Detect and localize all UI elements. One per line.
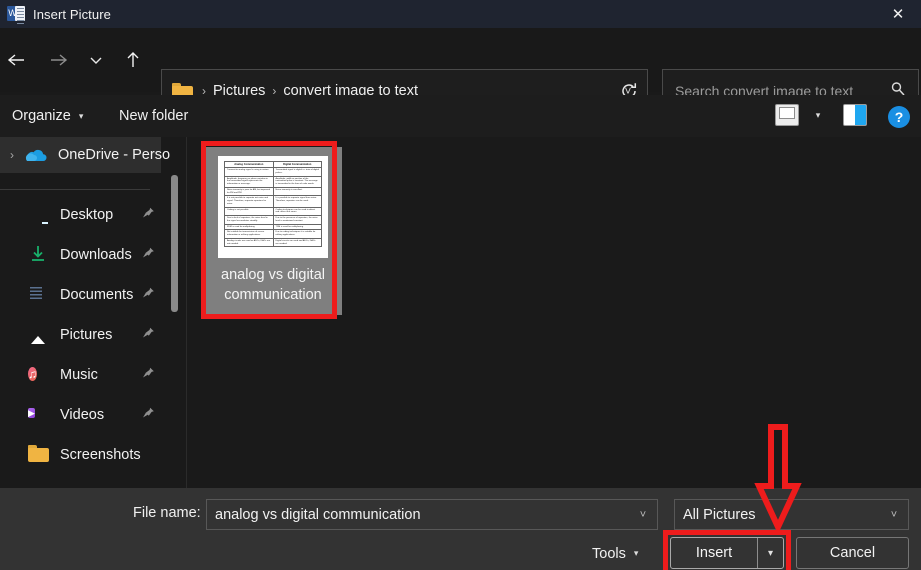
- thumb-cell: Coding techniques can be used to detect …: [272, 206, 322, 216]
- help-button[interactable]: ?: [888, 106, 910, 128]
- thumb-cell: Coding is not possible.: [224, 206, 274, 216]
- file-name-line2: communication: [224, 287, 322, 303]
- sidebar-item-label: Music: [60, 367, 98, 383]
- title-bar: W Insert Picture ✕: [0, 0, 921, 28]
- music-icon: ♫: [28, 367, 37, 381]
- file-type-filter-dropdown[interactable]: All Pictures ˅: [674, 499, 909, 530]
- file-name-input[interactable]: analog vs digital communication ˅: [206, 499, 658, 530]
- sidebar-item-label: Screenshots: [60, 447, 141, 463]
- new-folder-button[interactable]: New folder: [119, 95, 188, 137]
- close-icon[interactable]: ✕: [875, 0, 921, 28]
- insert-button[interactable]: Insert: [671, 538, 757, 568]
- chevron-down-icon: ▾: [633, 548, 639, 558]
- thumb-cell: Transmit to analog signal is using in na…: [224, 167, 274, 177]
- sidebar-item-pictures[interactable]: Pictures: [0, 315, 181, 355]
- file-tile-selected[interactable]: Analog Communication Digital Communicati…: [204, 147, 342, 315]
- expand-chevron-icon[interactable]: ›: [0, 148, 24, 162]
- back-icon[interactable]: [2, 46, 30, 74]
- cancel-button[interactable]: Cancel: [796, 537, 909, 569]
- documents-icon: [28, 284, 50, 306]
- recent-locations-chevron-icon[interactable]: [82, 46, 110, 74]
- thumb-cell: It is possible to separate signal from n…: [272, 195, 322, 208]
- sidebar-item-videos[interactable]: ▶ Videos: [0, 395, 181, 435]
- organize-label: Organize: [12, 108, 71, 124]
- onedrive-cloud-icon: [24, 147, 48, 163]
- pictures-icon: [28, 324, 50, 346]
- file-type-filter-value: All Pictures: [683, 506, 756, 523]
- view-options-icon[interactable]: [775, 104, 799, 126]
- file-thumbnail: Analog Communication Digital Communicati…: [218, 156, 328, 258]
- thumb-cell: Amplitude, width or position of the tran…: [272, 175, 322, 188]
- sidebar-item-label: Downloads: [60, 247, 132, 263]
- navigation-pane: › OneDrive - Perso Desktop Downloads Doc…: [0, 137, 181, 488]
- preview-pane-icon[interactable]: [843, 104, 867, 126]
- command-toolbar: Organize ▾ New folder ▾: [0, 95, 921, 137]
- file-name-value[interactable]: analog vs digital communication: [215, 507, 633, 523]
- forward-icon[interactable]: [45, 46, 73, 74]
- sidebar-divider: [0, 189, 150, 190]
- file-list[interactable]: Analog Communication Digital Communicati…: [187, 137, 921, 488]
- organize-button[interactable]: Organize ▾: [12, 95, 83, 137]
- pin-icon[interactable]: [142, 367, 155, 384]
- sidebar-item-onedrive[interactable]: › OneDrive - Perso: [0, 137, 170, 173]
- up-icon[interactable]: [119, 46, 147, 74]
- sidebar-item-label: Pictures: [60, 327, 113, 343]
- pin-icon[interactable]: [142, 207, 155, 224]
- thumb-cell: Noise immunity is poor for AM, but impro…: [224, 186, 274, 197]
- sidebar-item-label: Desktop: [60, 207, 114, 223]
- file-name-label: analog vs digital communication: [211, 265, 335, 305]
- folder-icon: [28, 444, 50, 466]
- sidebar-item-label: Documents: [60, 287, 134, 303]
- thumb-cell: It is not possible to separate out noise…: [224, 195, 274, 208]
- insert-picture-dialog: W Insert Picture ✕ › Pictures › convert …: [0, 0, 921, 570]
- thumb-cell: Due to coding techniques it is suitable …: [272, 229, 322, 239]
- insert-dropdown-chevron-icon[interactable]: ▾: [757, 538, 783, 568]
- thumb-cell: Due to the presence of repeaters, the no…: [272, 215, 322, 225]
- file-name-line1: analog vs digital: [221, 267, 325, 283]
- thumbnail-table: Analog Communication Digital Communicati…: [224, 161, 322, 248]
- sidebar-item-downloads[interactable]: Downloads: [0, 235, 181, 275]
- insert-split-button[interactable]: Insert ▾: [670, 537, 784, 569]
- file-name-field-label: File name:: [133, 505, 201, 521]
- download-icon: [28, 244, 50, 266]
- sidebar-item-music[interactable]: ♫ Music: [0, 355, 181, 395]
- thumb-cell: Transmitted signal is digital i.e. train…: [272, 167, 322, 177]
- sidebar-item-label: Videos: [60, 407, 105, 423]
- word-document-icon: W: [7, 5, 25, 24]
- desktop-icon: [28, 204, 50, 226]
- pin-icon[interactable]: [142, 287, 155, 304]
- chevron-down-icon: ▾: [78, 110, 84, 121]
- tools-button[interactable]: Tools ▾: [592, 540, 638, 567]
- chevron-down-icon[interactable]: ˅: [633, 509, 653, 521]
- navigation-bar: › Pictures › convert image to text ˅ Sea…: [0, 28, 921, 113]
- thumb-cell: Not suitable for transmission of secure …: [224, 229, 274, 239]
- pin-icon[interactable]: [142, 407, 155, 424]
- sidebar-item-desktop[interactable]: Desktop: [0, 195, 181, 235]
- thumb-cell: Due to lack of repeaters, the noise leve…: [224, 215, 274, 225]
- pin-icon[interactable]: [142, 247, 155, 264]
- view-options-chevron-icon[interactable]: ▾: [808, 104, 828, 126]
- sidebar-item-label: OneDrive - Perso: [58, 147, 171, 163]
- thumb-cell: Digital circuits are used and ADCs, DACs…: [272, 237, 322, 248]
- tools-label: Tools: [592, 545, 626, 562]
- chevron-down-icon[interactable]: ˅: [884, 509, 904, 521]
- thumb-cell: Noise immunity is excellent.: [272, 186, 322, 197]
- pin-icon[interactable]: [142, 327, 155, 344]
- sidebar-scrollbar[interactable]: [171, 175, 178, 312]
- window-title: Insert Picture: [33, 6, 111, 22]
- sidebar-item-screenshots[interactable]: Screenshots: [0, 435, 181, 475]
- videos-icon: ▶: [28, 408, 35, 418]
- thumb-cell: Analog circuits are used as ADCs, DACs a…: [224, 237, 274, 248]
- sidebar-item-documents[interactable]: Documents: [0, 275, 181, 315]
- new-folder-label: New folder: [119, 108, 189, 124]
- thumb-cell: Amplitude, frequency or phase variation …: [224, 175, 274, 188]
